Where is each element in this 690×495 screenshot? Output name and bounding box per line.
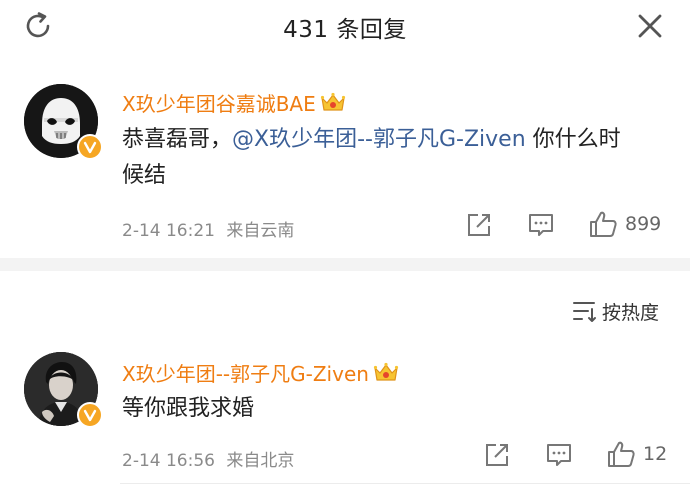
verified-badge-icon bbox=[77, 134, 103, 160]
username-text: X玖少年团谷嘉诚BAE bbox=[122, 92, 316, 116]
comment-time: 2-14 16:21 bbox=[122, 221, 215, 241]
sort-label: 按热度 bbox=[602, 302, 660, 324]
comment-time: 2-14 16:56 bbox=[122, 451, 215, 471]
mention-link[interactable]: @X玖少年团--郭子凡G-Ziven bbox=[232, 127, 526, 152]
reply-header: 431 条回复 bbox=[0, 0, 690, 52]
comment-text-prefix: 恭喜磊哥， bbox=[122, 127, 233, 152]
comment-icon[interactable] bbox=[545, 442, 573, 468]
section-divider bbox=[0, 258, 690, 271]
like-icon[interactable] bbox=[588, 210, 618, 238]
bottom-divider bbox=[120, 483, 690, 484]
comment-username[interactable]: X玖少年团谷嘉诚BAE bbox=[122, 88, 346, 117]
comment-text: 等你跟我求婚 bbox=[122, 396, 255, 421]
crown-badge-icon bbox=[320, 92, 345, 111]
share-icon[interactable] bbox=[466, 212, 492, 238]
share-icon[interactable] bbox=[484, 442, 510, 468]
comment-location: 来自北京 bbox=[226, 451, 295, 471]
verified-badge-icon bbox=[77, 402, 103, 428]
username-text: X玖少年团--郭子凡G-Ziven bbox=[122, 362, 369, 386]
comment-icon[interactable] bbox=[527, 212, 555, 238]
like-icon[interactable] bbox=[606, 440, 636, 468]
reply-count-title: 431 条回复 bbox=[283, 17, 407, 43]
like-count: 12 bbox=[643, 443, 668, 465]
comment-location: 来自云南 bbox=[226, 221, 295, 241]
sort-icon bbox=[573, 302, 596, 322]
comment-text: 恭喜磊哥，@X玖少年团--郭子凡G-Ziven 你什么时候结 bbox=[122, 122, 642, 194]
comment-username[interactable]: X玖少年团--郭子凡G-Ziven bbox=[122, 358, 399, 387]
crown-badge-icon bbox=[373, 362, 399, 381]
like-count: 899 bbox=[625, 213, 662, 235]
comment-meta: 2-14 16:21 来自云南 bbox=[122, 216, 294, 241]
close-icon[interactable] bbox=[634, 10, 666, 42]
comment-meta: 2-14 16:56 来自北京 bbox=[122, 446, 294, 471]
